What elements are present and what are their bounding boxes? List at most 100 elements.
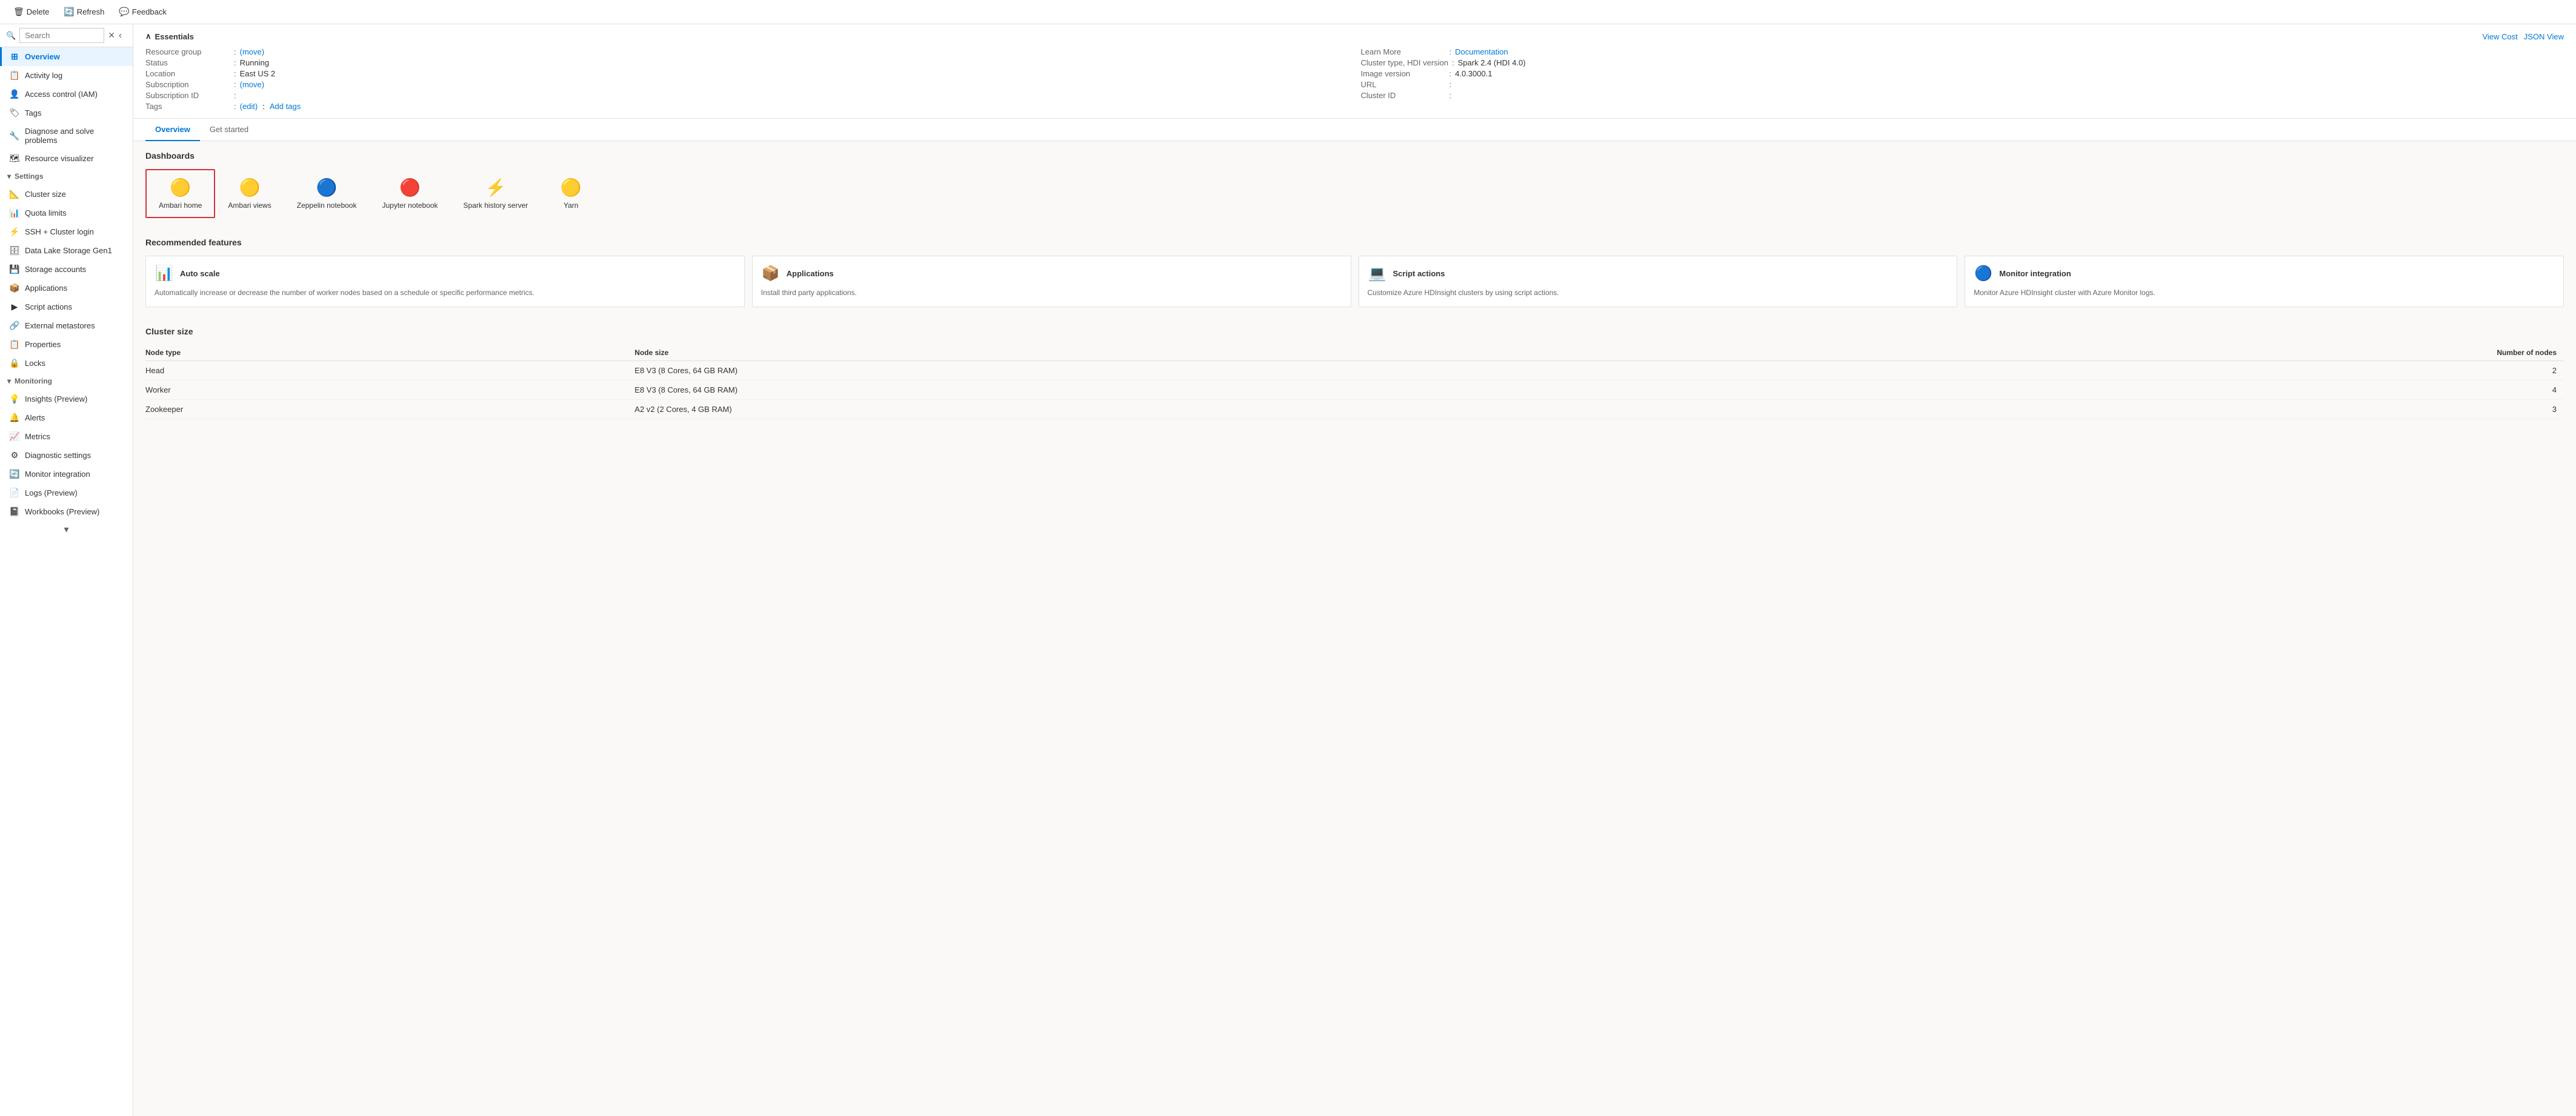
sidebar-item-tags[interactable]: 🏷 Tags	[0, 104, 133, 122]
col-node-size: Node size	[634, 345, 1834, 361]
subscription-label: Subscription	[145, 80, 230, 89]
sidebar-item-data-lake[interactable]: 🗄 Data Lake Storage Gen1	[0, 241, 133, 260]
resource-group-move-link[interactable]: (move)	[240, 47, 264, 56]
monitor-integration-title: Monitor integration	[1999, 269, 2071, 278]
tab-overview[interactable]: Overview	[145, 119, 200, 141]
sidebar-item-insights[interactable]: 💡 Insights (Preview)	[0, 390, 133, 408]
rec-card-script-actions[interactable]: 💻 Script actions Customize Azure HDInsig…	[1359, 256, 1958, 307]
zookeeper-node-size: A2 v2 (2 Cores, 4 GB RAM)	[634, 400, 1834, 419]
tabs-bar: Overview Get started	[133, 119, 2576, 141]
essentials-grid: Resource group : (move) Status : Running…	[145, 47, 2564, 111]
sidebar-item-cluster-size[interactable]: 📐 Cluster size	[0, 185, 133, 204]
metrics-icon: 📈	[9, 431, 20, 442]
essentials-left-col: Resource group : (move) Status : Running…	[145, 47, 1349, 111]
sidebar-item-activity-log[interactable]: 📋 Activity log	[0, 66, 133, 85]
add-tags-link[interactable]: Add tags	[270, 102, 301, 111]
dashboards-title: Dashboards	[145, 151, 2564, 161]
applications-icon: 📦	[9, 283, 20, 293]
data-lake-icon: 🗄	[9, 245, 20, 256]
collapse-icon[interactable]: ‹	[119, 30, 122, 41]
delete-button[interactable]: 🗑 Delete	[7, 4, 55, 19]
dashboards-row: 🟡 Ambari home 🟡 Ambari views 🔵 Zeppelin …	[145, 169, 2564, 218]
recommended-grid: 📊 Auto scale Automatically increase or d…	[145, 256, 2564, 307]
essentials-cluster-type: Cluster type, HDI version : Spark 2.4 (H…	[1361, 58, 2564, 67]
cluster-size-icon: 📐	[9, 189, 20, 199]
scroll-down-indicator[interactable]: ▾	[0, 521, 133, 538]
main-layout: 🔍 ✕ ‹ ⊞ Overview 📋 Activity log 👤 Access…	[0, 24, 2576, 1116]
dashboard-zeppelin[interactable]: 🔵 Zeppelin notebook	[284, 170, 370, 218]
sidebar-item-locks[interactable]: 🔒 Locks	[0, 354, 133, 373]
applications-rec-icon: 📦	[761, 265, 780, 282]
dashboard-ambari-home[interactable]: 🟡 Ambari home	[145, 169, 215, 218]
ambari-home-label: Ambari home	[159, 201, 202, 210]
monitor-icon: 🔄	[9, 469, 20, 479]
dashboard-ambari-views[interactable]: 🟡 Ambari views	[215, 170, 284, 218]
tags-edit-link[interactable]: (edit)	[240, 102, 258, 111]
sidebar-item-access-control[interactable]: 👤 Access control (IAM)	[0, 85, 133, 104]
ambari-views-label: Ambari views	[228, 201, 271, 210]
dashboard-yarn[interactable]: 🟡 Yarn	[541, 170, 601, 218]
locks-icon: 🔒	[9, 358, 20, 368]
head-node-type: Head	[145, 361, 634, 380]
applications-rec-title: Applications	[787, 269, 834, 278]
sidebar-item-metrics[interactable]: 📈 Metrics	[0, 427, 133, 446]
zeppelin-label: Zeppelin notebook	[297, 201, 357, 210]
ambari-home-icon: 🟡	[170, 178, 191, 198]
col-node-type: Node type	[145, 345, 634, 361]
sidebar-item-external-metastores[interactable]: 🔗 External metastores	[0, 316, 133, 335]
sidebar-item-diagnose[interactable]: 🔧 Diagnose and solve problems	[0, 122, 133, 149]
cluster-row-head: Head E8 V3 (8 Cores, 64 GB RAM) 2	[145, 361, 2564, 380]
dashboards-section: Dashboards 🟡 Ambari home 🟡 Ambari views …	[133, 141, 2576, 228]
settings-section-header[interactable]: ▾ Settings	[0, 168, 133, 185]
rec-card-auto-scale[interactable]: 📊 Auto scale Automatically increase or d…	[145, 256, 745, 307]
json-view-link[interactable]: JSON View	[2524, 32, 2564, 41]
location-label: Location	[145, 69, 230, 78]
documentation-link[interactable]: Documentation	[1455, 47, 1508, 56]
sidebar-item-applications[interactable]: 📦 Applications	[0, 279, 133, 297]
search-input[interactable]	[19, 28, 104, 43]
tags-label: Tags	[145, 102, 230, 111]
sidebar-item-logs-preview[interactable]: 📄 Logs (Preview)	[0, 483, 133, 502]
rec-card-applications[interactable]: 📦 Applications Install third party appli…	[752, 256, 1351, 307]
feedback-button[interactable]: 💬 Feedback	[113, 4, 173, 19]
overview-icon: ⊞	[9, 51, 20, 62]
sidebar-item-alerts[interactable]: 🔔 Alerts	[0, 408, 133, 427]
sidebar-item-overview[interactable]: ⊞ Overview	[0, 47, 133, 66]
zookeeper-node-type: Zookeeper	[145, 400, 634, 419]
view-cost-link[interactable]: View Cost	[2482, 32, 2517, 41]
chevron-up-icon: ∧	[145, 32, 151, 41]
monitoring-section-header[interactable]: ▾ Monitoring	[0, 373, 133, 390]
sidebar: 🔍 ✕ ‹ ⊞ Overview 📋 Activity log 👤 Access…	[0, 24, 133, 1116]
sidebar-item-ssh-login[interactable]: ⚡ SSH + Cluster login	[0, 222, 133, 241]
close-icon[interactable]: ✕	[108, 30, 115, 41]
sidebar-item-script-actions[interactable]: ▶ Script actions	[0, 297, 133, 316]
head-node-size: E8 V3 (8 Cores, 64 GB RAM)	[634, 361, 1834, 380]
spark-history-icon: ⚡	[485, 178, 506, 198]
sidebar-item-properties[interactable]: 📋 Properties	[0, 335, 133, 354]
storage-icon: 💾	[9, 264, 20, 274]
sidebar-item-storage-accounts[interactable]: 💾 Storage accounts	[0, 260, 133, 279]
sidebar-item-quota-limits[interactable]: 📊 Quota limits	[0, 204, 133, 222]
refresh-button[interactable]: 🔄 Refresh	[58, 4, 110, 19]
worker-node-size: E8 V3 (8 Cores, 64 GB RAM)	[634, 380, 1834, 400]
sidebar-item-monitor-integration[interactable]: 🔄 Monitor integration	[0, 465, 133, 483]
script-actions-rec-icon: 💻	[1368, 265, 1387, 282]
sidebar-item-resource-visualizer[interactable]: 🗺 Resource visualizer	[0, 149, 133, 168]
access-control-icon: 👤	[9, 89, 20, 99]
rec-card-monitor-integration[interactable]: 🔵 Monitor integration Monitor Azure HDIn…	[1965, 256, 2564, 307]
location-value: East US 2	[240, 69, 276, 78]
zeppelin-icon: 🔵	[316, 178, 338, 198]
sidebar-item-workbooks-preview[interactable]: 📓 Workbooks (Preview)	[0, 502, 133, 521]
auto-scale-desc: Automatically increase or decrease the n…	[155, 287, 736, 298]
recommended-section: Recommended features 📊 Auto scale Automa…	[133, 228, 2576, 317]
search-icon: 🔍	[6, 31, 16, 41]
sidebar-item-diagnostic-settings[interactable]: ⚙ Diagnostic settings	[0, 446, 133, 465]
dashboard-jupyter[interactable]: 🔴 Jupyter notebook	[369, 170, 450, 218]
subscription-id-label: Subscription ID	[145, 91, 230, 100]
essentials-cluster-id: Cluster ID :	[1361, 91, 2564, 100]
subscription-move-link[interactable]: (move)	[240, 80, 264, 89]
cluster-table-header: Node type Node size Number of nodes	[145, 345, 2564, 361]
dashboard-spark-history[interactable]: ⚡ Spark history server	[451, 170, 541, 218]
recommended-title: Recommended features	[145, 237, 2564, 247]
tab-get-started[interactable]: Get started	[200, 119, 258, 141]
